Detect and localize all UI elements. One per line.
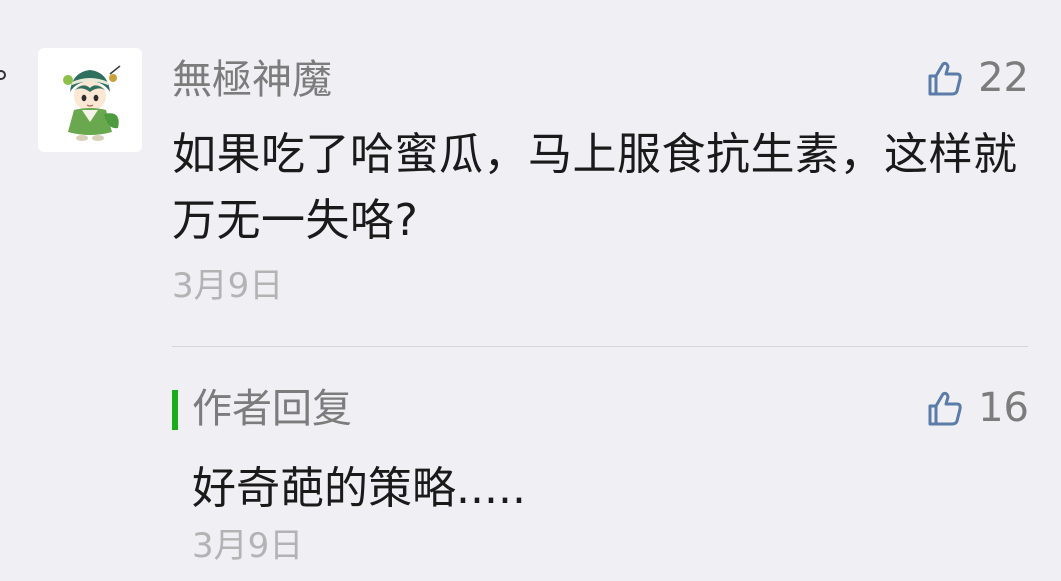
- comment-like-button[interactable]: 22: [924, 50, 1029, 106]
- comment-author-name[interactable]: 無極神魔: [172, 52, 332, 108]
- thumbs-up-icon: [928, 391, 962, 426]
- edge-circle-icon: [0, 70, 6, 80]
- reply-text: 好奇葩的策略.....: [192, 463, 526, 514]
- avatar[interactable]: [38, 48, 142, 152]
- thumbs-up-icon: [928, 61, 962, 96]
- author-reply-label: 作者回复: [192, 386, 352, 432]
- reply-like-count: 16: [978, 385, 1029, 431]
- reply-date: 3月9日: [192, 526, 304, 566]
- divider: [172, 346, 1028, 347]
- reply-accent-bar: [172, 390, 178, 430]
- anime-character-avatar-icon: [63, 65, 121, 141]
- reply-like-button[interactable]: 16: [924, 380, 1029, 436]
- comment-date: 3月9日: [172, 266, 284, 306]
- comment-like-count: 22: [978, 55, 1029, 101]
- comment-text: 如果吃了哈蜜瓜，马上服食抗生素，这样就万无一失咯?: [172, 129, 1018, 246]
